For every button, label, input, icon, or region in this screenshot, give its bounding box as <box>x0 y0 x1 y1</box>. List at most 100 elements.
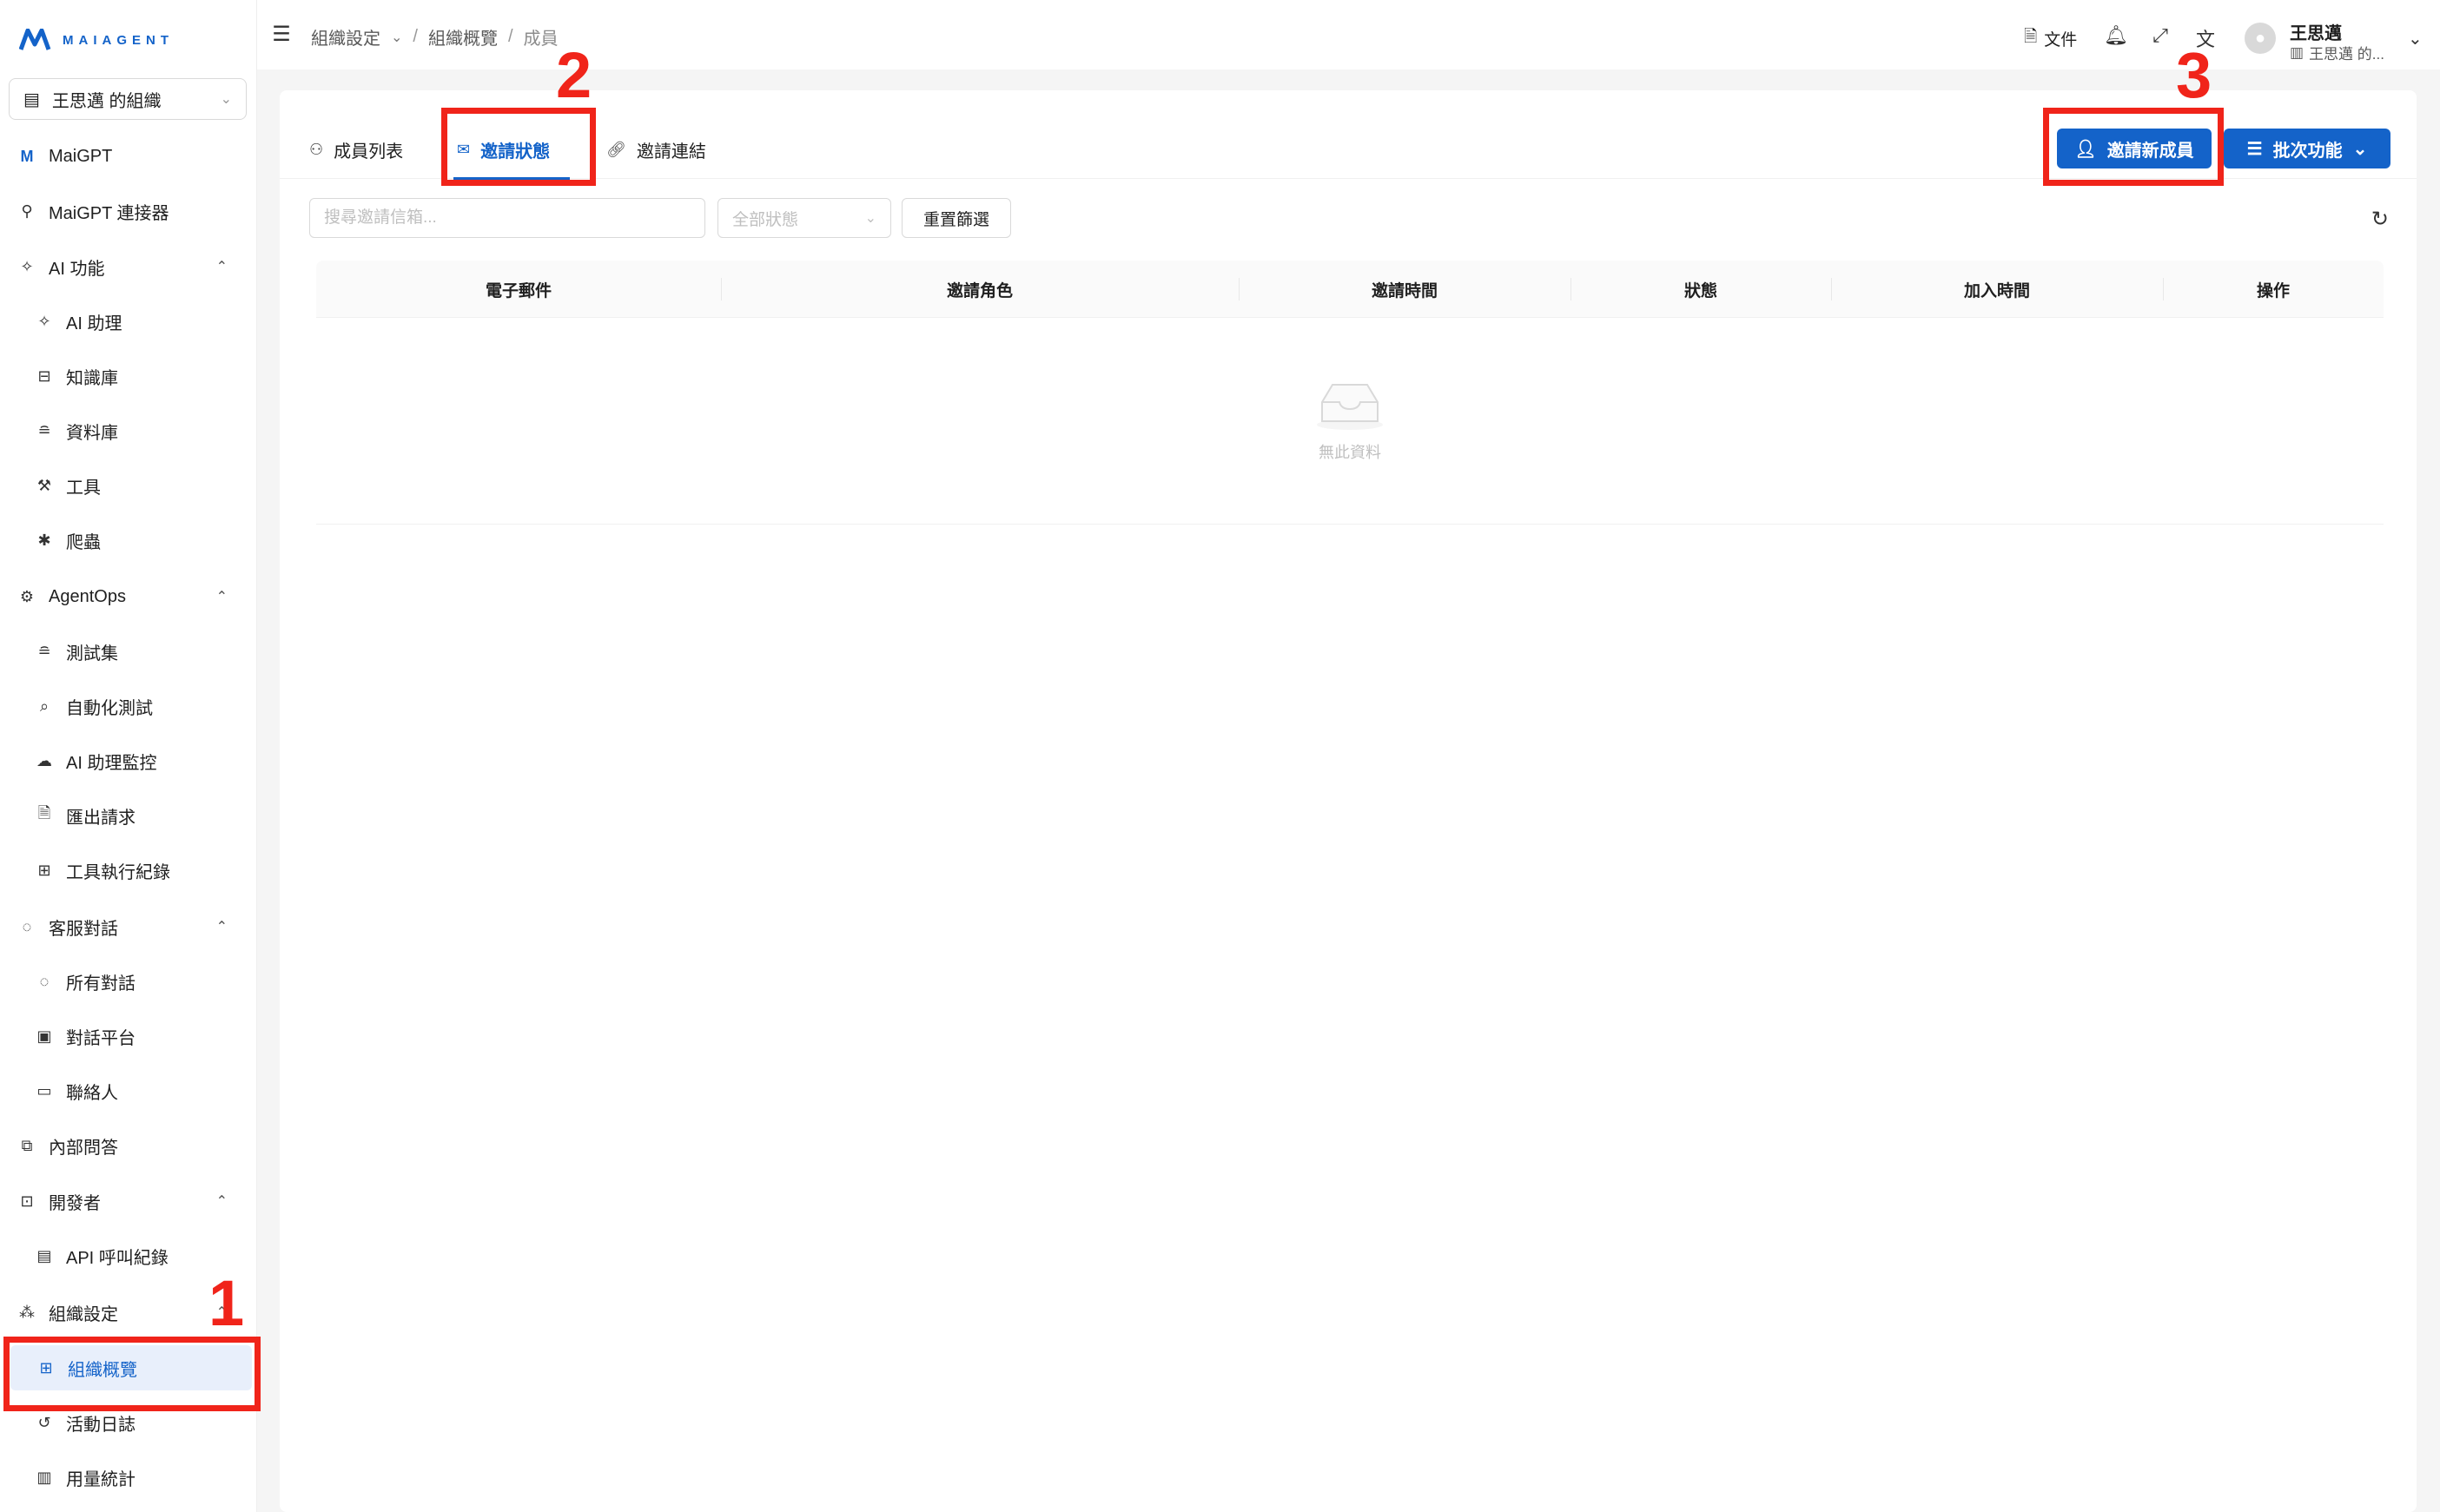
breadcrumb-separator: / <box>507 27 513 46</box>
annotation-box-3 <box>2043 108 2224 186</box>
sidebar-group-developer[interactable]: ⊡ 開發者 ⌃ <box>9 1179 247 1224</box>
chevron-up-icon: ⌃ <box>215 590 228 604</box>
sidebar-item-all-conversations[interactable]: ◌ 所有對話 <box>9 959 247 1004</box>
sidebar-item-label: AI 功能 <box>49 259 105 279</box>
sidebar-item-usage-stats[interactable]: ▥ 用量統計 <box>9 1455 247 1500</box>
empty-state: 無此資料 <box>316 318 2384 525</box>
column-header-actions: 操作 <box>2256 281 2290 300</box>
sidebar-item-label: 自動化測試 <box>66 698 153 718</box>
sidebar-item-label: 用量統計 <box>66 1469 136 1489</box>
database-icon: ≘ <box>37 642 51 660</box>
sidebar-group-agentops[interactable]: ⚙ AgentOps ⌃ <box>9 574 247 619</box>
sidebar-item-label: 工具 <box>66 478 101 498</box>
empty-text: 無此資料 <box>1319 443 1381 461</box>
docs-link[interactable]: 🗎 文件 <box>2024 24 2077 52</box>
sidebar-item-tool-logs[interactable]: ⊞ 工具執行紀錄 <box>9 848 247 893</box>
sidebar-item-internal-qa[interactable]: ⧉ 內部問答 <box>9 1123 247 1168</box>
cloud-monitor-icon: ☁ <box>36 751 52 769</box>
sidebar-item-assistant-monitor[interactable]: ☁ AI 助理監控 <box>9 738 247 783</box>
sidebar-item-conversation-platform[interactable]: ▣ 對話平台 <box>9 1014 247 1059</box>
column-header-join-time[interactable]: 加入時間 <box>1831 261 2163 318</box>
org-selector[interactable]: ▤ 王思邁 的組織 ⌄ <box>9 78 247 120</box>
sparkle-icon: ✧ <box>20 257 34 275</box>
breadcrumb-separator: / <box>413 27 418 46</box>
bell-icon[interactable]: 🔔︎ <box>2104 24 2128 47</box>
logo[interactable]: MAIAGENT <box>19 24 174 56</box>
tab-label: 邀請連結 <box>636 142 706 162</box>
sidebar-item-ai-assistant[interactable]: ✧ AI 助理 <box>9 299 247 344</box>
empty-inbox-icon <box>1313 380 1386 432</box>
breadcrumb-item-org-overview[interactable]: 組織概覽 <box>428 24 498 50</box>
chevron-up-icon: ⌃ <box>215 920 228 934</box>
contact-card-icon: ▭ <box>36 1081 52 1099</box>
building-icon: ▥ <box>2290 43 2304 61</box>
chevron-up-icon: ⌃ <box>215 1194 228 1209</box>
sidebar-item-label: 所有對話 <box>66 974 136 994</box>
column-header-status[interactable]: 狀態 <box>1570 261 1831 318</box>
maiagent-logo-icon: M <box>20 147 34 165</box>
sidebar-item-contacts[interactable]: ▭ 聯絡人 <box>9 1068 247 1113</box>
toolbox-icon: ⊞ <box>37 861 51 879</box>
chevron-down-icon: ⌄ <box>864 211 876 226</box>
sidebar-item-export-requests[interactable]: 🗎 匯出請求 <box>9 793 247 838</box>
sidebar-item-database[interactable]: ≘ 資料庫 <box>9 408 247 453</box>
column-header-role[interactable]: 邀請角色 <box>721 261 1239 318</box>
list-icon: ☰ <box>2246 139 2263 159</box>
chat-icon: ◌ <box>39 972 50 990</box>
batch-actions-button[interactable]: ☰ 批次功能 ⌄ <box>2224 129 2390 168</box>
building-icon: ▤ <box>23 89 40 109</box>
status-filter-select[interactable]: 全部狀態 ⌄ <box>717 198 891 238</box>
file-export-icon: 🗎 <box>37 804 51 822</box>
refresh-icon[interactable]: ↻ <box>2371 207 2389 232</box>
sidebar-item-label: 組織設定 <box>49 1304 118 1324</box>
sidebar-item-crawler[interactable]: ✱ 爬蟲 <box>9 518 247 563</box>
tab-invite-links[interactable]: 🔗︎ 邀請連結 <box>606 132 706 167</box>
breadcrumb-item-org-settings[interactable]: 組織設定 <box>311 24 380 50</box>
filter-row: 全部狀態 ⌄ 重置篩選 ↻ <box>309 198 2394 240</box>
status-filter-value: 全部狀態 <box>732 210 799 229</box>
plug-icon: ⚲ <box>21 201 33 220</box>
menu-toggle-icon[interactable]: ☰ <box>269 23 294 47</box>
sidebar-item-tools[interactable]: ⚒ 工具 <box>9 463 247 508</box>
bar-chart-icon: ▥ <box>36 1468 52 1486</box>
sidebar-group-customer-service[interactable]: ◌ 客服對話 ⌃ <box>9 904 247 949</box>
sidebar-item-label: AgentOps <box>49 586 126 606</box>
chevron-down-icon[interactable]: ⌄ <box>391 29 402 46</box>
sidebar-item-label: MaiGPT 連接器 <box>49 203 169 223</box>
sidebar-item-test-sets[interactable]: ≘ 測試集 <box>9 629 247 674</box>
sidebar-item-label: 客服對話 <box>49 919 118 939</box>
sidebar-item-knowledge-base[interactable]: ⊟ 知識庫 <box>9 353 247 399</box>
maiagent-logo-icon <box>19 29 51 50</box>
sidebar-item-label: AI 助理監控 <box>66 753 157 773</box>
column-header-invite-time[interactable]: 邀請時間 <box>1239 261 1570 318</box>
sidebar-item-maigpt-connector[interactable]: ⚲ MaiGPT 連接器 <box>9 188 247 234</box>
search-input[interactable] <box>309 198 705 238</box>
invites-table: 電子郵件 邀請角色 邀請時間 狀態 加入時間 操作 無此資料 <box>316 261 2384 525</box>
sidebar-item-label: 對話平台 <box>66 1028 136 1048</box>
platform-icon: ▣ <box>36 1027 52 1045</box>
fullscreen-icon[interactable]: ⤢ <box>2149 24 2172 47</box>
link-icon: 🔗︎ <box>606 140 626 158</box>
bug-icon: ✱ <box>37 531 51 549</box>
qa-icon: ⧉ <box>21 1136 33 1154</box>
reset-filters-button[interactable]: 重置篩選 <box>902 198 1011 238</box>
column-header-email[interactable]: 電子郵件 <box>316 261 721 318</box>
annotation-box-2 <box>441 108 596 186</box>
sidebar-item-label: 聯絡人 <box>66 1083 118 1103</box>
sidebar-item-label: 爬蟲 <box>66 532 101 552</box>
sidebar-item-label: AI 助理 <box>66 314 122 333</box>
annotation-number-2: 2 <box>556 39 592 111</box>
docs-label: 文件 <box>2044 30 2078 50</box>
sidebar-item-auto-test[interactable]: ⌕ 自動化測試 <box>9 683 247 729</box>
sidebar-item-label: 資料庫 <box>66 423 118 443</box>
sidebar-group-ai[interactable]: ✧ AI 功能 ⌃ <box>9 244 247 289</box>
chevron-down-icon[interactable]: ⌄ <box>2408 28 2423 50</box>
sidebar-item-maigpt[interactable]: M MaiGPT <box>9 134 247 179</box>
avatar[interactable]: ● <box>2245 23 2276 54</box>
annotation-number-3: 3 <box>2176 39 2212 111</box>
database-icon: ≘ <box>37 421 51 439</box>
user-org[interactable]: ▥ 王思邁 的... <box>2290 42 2384 63</box>
tab-member-list[interactable]: ⚇ 成員列表 <box>309 132 403 167</box>
user-name[interactable]: 王思邁 <box>2290 19 2342 44</box>
members-panel: ⚇ 成員列表 ✉ 邀請狀態 🔗︎ 邀請連結 👤︎ 邀請新成員 ☰ 批次功能 ⌄ … <box>280 90 2417 1512</box>
